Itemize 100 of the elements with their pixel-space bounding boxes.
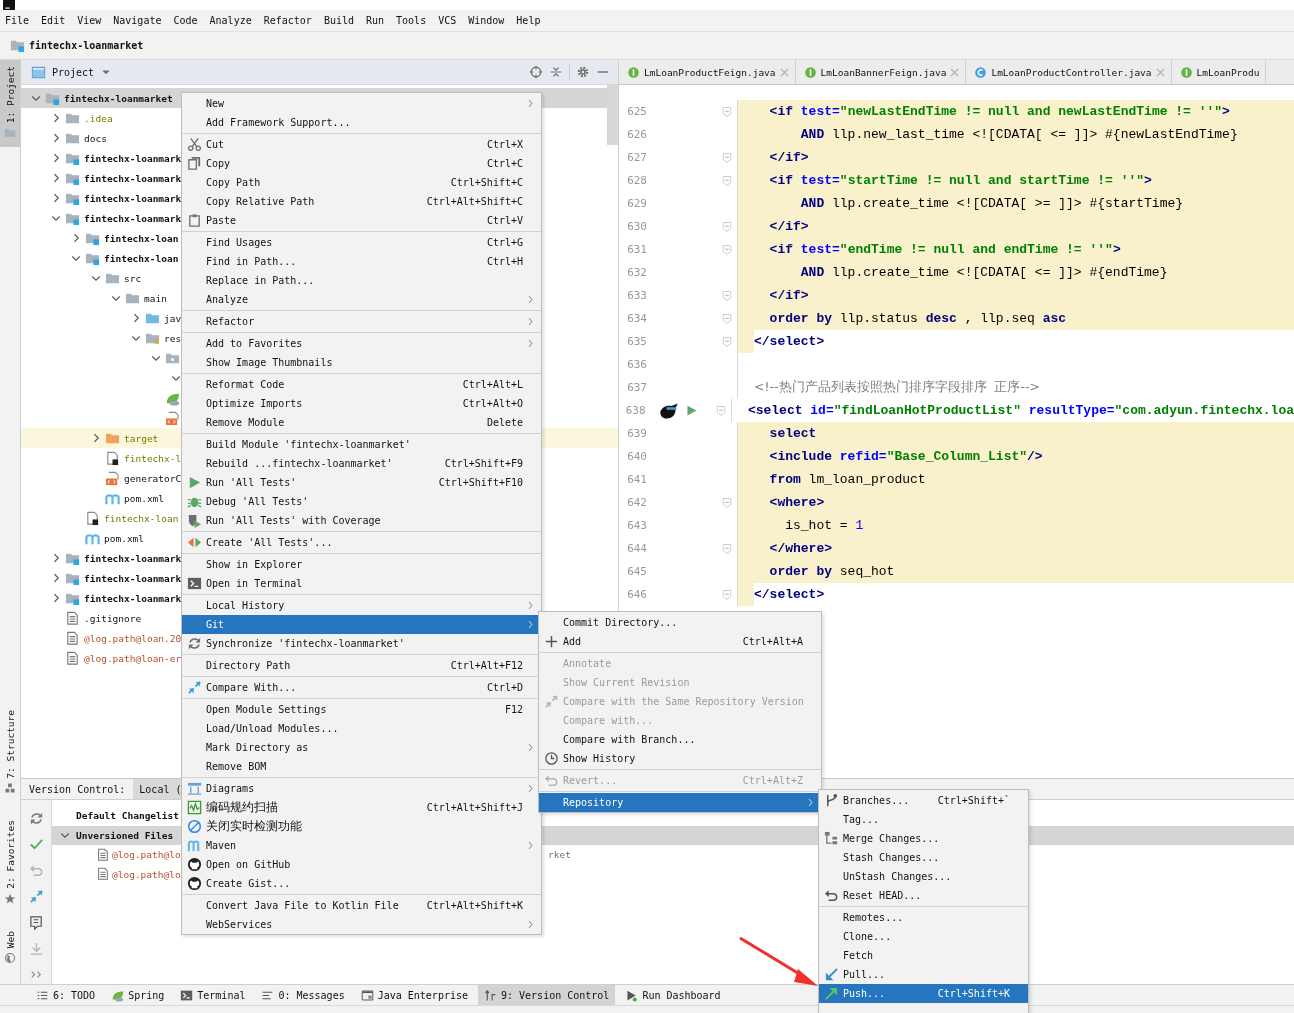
- menu-item-label: Refactor: [206, 316, 256, 327]
- shortcut-label: Ctrl+X: [485, 139, 523, 150]
- menu-item-label: Add: [563, 636, 583, 647]
- tree-item-label: res: [163, 332, 182, 344]
- line-number: 632: [626, 265, 647, 281]
- shortcut-label: Ctrl+Alt+F12: [449, 660, 523, 671]
- menu-item-label: Compare With...: [206, 682, 298, 693]
- code-line: <select id="findLoanHotProductList" resultType="com.adyun.fintechx.loa: [746, 402, 1294, 420]
- menu-item-label: Remove BOM: [206, 761, 268, 772]
- menu-item-label: Open in Terminal: [206, 578, 304, 589]
- tree-item-label: generatorC: [123, 472, 182, 484]
- menu-item-label: Clone...: [843, 931, 893, 942]
- menu-item-label: Push...: [843, 988, 887, 999]
- menu-item-label: Revert...: [563, 775, 619, 786]
- tree-item-label: docs: [83, 132, 107, 144]
- shortcut-label: Ctrl+G: [485, 237, 523, 248]
- menu-item-label: Compare with Branch...: [563, 734, 697, 745]
- shortcut-label: F12: [503, 704, 523, 715]
- menu-item-label: Create Gist...: [206, 878, 292, 889]
- menu-item-label: Synchronize 'fintechx-loanmarket': [206, 638, 406, 649]
- tree-item-label: main: [143, 292, 167, 304]
- menu-item-label: UnStash Changes...: [843, 871, 953, 882]
- menu-item-label: Show in Explorer: [206, 559, 304, 570]
- menu-item-label: Convert Java File to Kotlin File: [206, 900, 400, 911]
- line-number: 639: [626, 426, 647, 442]
- line-number: 640: [626, 449, 647, 465]
- menu-item-label: Pull...: [843, 969, 887, 980]
- shortcut-label: Ctrl+Alt+A: [741, 636, 803, 647]
- menu-item-label: Open Module Settings: [206, 704, 328, 715]
- menu-item-label: 编码规约扫描: [206, 799, 279, 816]
- menu-item-label: Reformat Code: [206, 379, 286, 390]
- menu-item-label: Cut: [206, 139, 226, 150]
- menu-item-label: Branches...: [843, 795, 911, 806]
- menu-item-label: Diagrams: [206, 783, 256, 794]
- shortcut-label: Ctrl+Alt+Shift+C: [425, 196, 523, 207]
- menu-item-label: Add to Favorites: [206, 338, 304, 349]
- tree-item-label: @log.path@loan.20: [83, 632, 182, 644]
- tree-item-label: fintechx-loanmark: [83, 552, 182, 564]
- menu-item-label: Create 'All Tests'...: [206, 537, 334, 548]
- line-number: 642: [626, 495, 647, 511]
- shortcut-label: Ctrl+Alt+Z: [741, 775, 803, 786]
- menu-item-label: Local History: [206, 600, 286, 611]
- line-number: 643: [626, 518, 647, 534]
- menu-item-label: Open on GitHub: [206, 859, 292, 870]
- shortcut-label: Ctrl+Shift+F9: [443, 458, 523, 469]
- tree-item-label: fintechx-loan: [103, 232, 179, 244]
- menu-item-label: Git: [206, 619, 226, 630]
- menu-item-label: New: [206, 98, 226, 109]
- menu-item-label: Directory Path: [206, 660, 292, 671]
- line-number: 636: [626, 357, 647, 373]
- shortcut-label: Ctrl+C: [485, 158, 523, 169]
- panel-title: Version Control:: [28, 782, 127, 797]
- tree-item-label: fintechx-loanmark: [83, 572, 182, 584]
- menu-item-label: Analyze: [206, 294, 250, 305]
- line-number: 628: [626, 173, 647, 189]
- menu-item-label: Copy Path: [206, 177, 262, 188]
- tree-item-label: fintechx-loanmark: [83, 212, 182, 224]
- tree-item-label: pom.xml: [123, 492, 165, 504]
- menu-item-label: Repository: [563, 797, 625, 808]
- menu-item-label: Add Framework Support...: [206, 117, 352, 128]
- tree-item-label: fintechx-loan: [103, 512, 179, 524]
- shortcut-label: Ctrl+D: [485, 682, 523, 693]
- shortcut-label: Ctrl+Shift+`: [936, 795, 1010, 806]
- menu-item-label: Debug 'All Tests': [206, 496, 310, 507]
- menu-item-label: Compare with...: [563, 715, 655, 726]
- line-number: 644: [626, 541, 647, 557]
- tree-item-label: pom.xml: [103, 532, 145, 544]
- shortcut-label: Ctrl+V: [485, 215, 523, 226]
- shortcut-label: Ctrl+Alt+Shift+K: [425, 900, 523, 911]
- menu-item-label: Show History: [563, 753, 637, 764]
- menu-item-label: Copy Relative Path: [206, 196, 316, 207]
- shortcut-label: Ctrl+Shift+K: [936, 988, 1010, 999]
- line-number: 630: [626, 219, 647, 235]
- menu-item-label: Remotes...: [843, 912, 905, 923]
- tree-item-label: fintechx-loanmark: [83, 172, 182, 184]
- tree-item-label: target: [123, 432, 159, 444]
- shortcut-label: Delete: [485, 417, 523, 428]
- tree-item-label: .idea: [83, 112, 113, 124]
- menu-item-label: Compare with the Same Repository Version: [563, 696, 804, 707]
- shortcut-label: Ctrl+H: [485, 256, 523, 267]
- file-path: rket: [548, 849, 571, 861]
- menu-item-label: Remove Module: [206, 417, 286, 428]
- menu-item-label: Rebuild ...fintechx-loanmarket': [206, 458, 394, 469]
- code-line: <!--热门产品列表按照热门排序字段排序 正序-->: [753, 378, 1041, 396]
- tree-item-label: .gitignore: [83, 612, 142, 624]
- menu-item-label: Tag...: [843, 814, 881, 825]
- menu-item-label: Find in Path...: [206, 256, 298, 267]
- line-number: 645: [626, 564, 647, 580]
- menu-item-label: Copy: [206, 158, 232, 169]
- menu-item-label: Fetch: [843, 950, 875, 961]
- line-number: 634: [626, 311, 647, 327]
- line-number: 633: [626, 288, 647, 304]
- line-number: 641: [626, 472, 647, 488]
- tab-label: LmLoanProdu: [1196, 66, 1260, 78]
- menu-item-label: Show Image Thumbnails: [206, 357, 334, 368]
- tab-label: LmLoanBannerFeign.java: [820, 66, 947, 78]
- menu-item-label: Reset HEAD...: [843, 890, 923, 901]
- menu-item-label: Paste: [206, 215, 238, 226]
- tree-item-label: src: [123, 272, 142, 284]
- tab-label: LmLoanProductController.java: [991, 66, 1152, 78]
